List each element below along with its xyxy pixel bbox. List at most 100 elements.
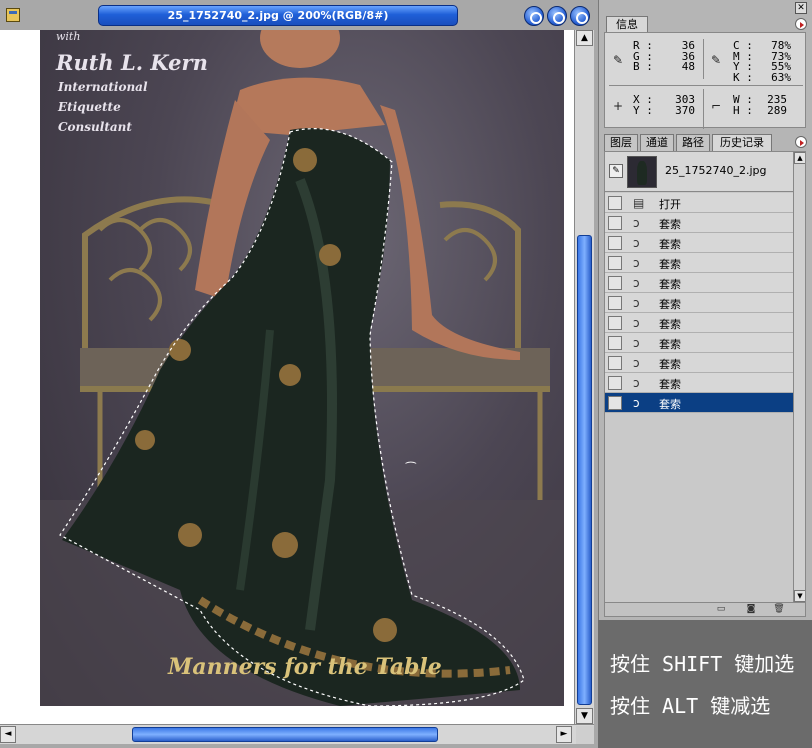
history-brush-source-checkbox[interactable] [608, 376, 622, 390]
tab-channels[interactable]: 通道 [640, 134, 674, 152]
history-scroll-down-button[interactable]: ▼ [794, 590, 805, 602]
lasso-icon: ↄ [633, 376, 640, 390]
horizontal-scroll-thumb[interactable] [132, 727, 438, 742]
photo-footer-text: Manners for the Table [168, 654, 442, 680]
history-step-label: 套索 [659, 338, 681, 351]
document-title-bar[interactable]: 25_1752740_2.jpg @ 200%(RGB/8#) [98, 5, 458, 26]
history-step-label: 套索 [659, 398, 681, 411]
history-snapshot[interactable]: ✎ 25_1752740_2.jpg [605, 152, 793, 192]
history-steps-list: ▤ 打开 ↄ 套索 ↄ 套索 ↄ 套索 ↄ 套索 ↄ 套索 ↄ 套索 ↄ 套索 ↄ 套索 ↄ 套索 ↄ 套索 [605, 193, 793, 413]
caption-line: 按住 SHIFT 键加选 [610, 652, 795, 676]
photo-subtitle-line: Etiquette [58, 100, 121, 114]
document-titlebar[interactable]: 25_1752740_2.jpg @ 200%(RGB/8#) [0, 0, 598, 30]
delete-state-icon[interactable]: 🗑 [773, 604, 785, 615]
history-step[interactable]: ↄ 套索 [605, 373, 793, 393]
tutorial-caption: 按住 SHIFT 键加选 按住 ALT 键减选 [598, 620, 812, 748]
eyedropper-icon: ✎ [612, 53, 624, 67]
history-brush-source-checkbox[interactable] [608, 236, 622, 250]
wh-values: 235 289 [767, 93, 787, 117]
history-brush-source-checkbox[interactable] [608, 316, 622, 330]
new-snapshot-icon[interactable]: ◙ [745, 604, 757, 615]
history-step-label: 套索 [659, 298, 681, 311]
tab-layers[interactable]: 图层 [604, 134, 638, 152]
caption-line: 按住 ALT 键减选 [610, 694, 771, 718]
history-step[interactable]: ↄ 套索 [605, 313, 793, 333]
history-palette-tabs: 图层 通道 路径 历史记录 [604, 134, 806, 152]
xy-labels: X :Y : [633, 93, 653, 117]
history-step-label: 打开 [659, 198, 681, 211]
info-panel: ✎ R :G :B : 36 36 48 ✎ C :M :Y :K : 78% 73%… [604, 32, 806, 129]
tab-info[interactable]: 信息 [606, 16, 648, 33]
wh-labels: W :H : [733, 93, 753, 117]
history-brush-source-checkbox[interactable] [608, 276, 622, 290]
lasso-icon: ↄ [633, 276, 640, 290]
crosshair-icon: + [612, 99, 624, 113]
rgb-labels: R :G :B : [633, 39, 653, 73]
info-palette-close-icon[interactable]: ✕ [795, 2, 807, 14]
photo-with-text: with [56, 30, 81, 43]
history-scroll-up-button[interactable]: ▲ [794, 152, 805, 164]
info-divider [703, 89, 704, 129]
scroll-down-button[interactable]: ▼ [576, 708, 593, 724]
document-window: 25_1752740_2.jpg @ 200%(RGB/8#) ⁀ with R… [0, 0, 598, 748]
history-brush-source-checkbox[interactable] [608, 196, 622, 210]
lasso-icon: ↄ [633, 236, 640, 250]
history-step[interactable]: ↄ 套索 [605, 273, 793, 293]
history-step[interactable]: ↄ 套索 [605, 333, 793, 353]
history-step[interactable]: ↄ 套索 [605, 233, 793, 253]
cmyk-labels: C :M :Y :K : [733, 39, 753, 84]
eyedropper-icon: ✎ [710, 53, 722, 67]
horizontal-scrollbar[interactable]: ◄ ► [0, 724, 594, 744]
snapshot-name: 25_1752740_2.jpg [665, 164, 767, 177]
history-footer-toolbar: ▭ ◙ 🗑 [604, 603, 806, 617]
tab-history[interactable]: 历史记录 [712, 134, 772, 152]
lasso-icon: ↄ [633, 336, 640, 350]
scroll-right-button[interactable]: ► [556, 726, 572, 743]
vertical-scroll-thumb[interactable] [577, 235, 592, 705]
document-title: 25_1752740_2.jpg @ 200%(RGB/8#) [167, 9, 389, 22]
info-palette-menu-icon[interactable] [795, 18, 807, 30]
lasso-icon: ↄ [633, 396, 640, 410]
history-step-label: 套索 [659, 358, 681, 371]
history-brush-source-checkbox[interactable] [608, 256, 622, 270]
info-divider [609, 85, 803, 86]
history-brush-source-checkbox[interactable] [608, 336, 622, 350]
lasso-icon: ↄ [633, 256, 640, 270]
history-brush-source-checkbox[interactable] [608, 296, 622, 310]
history-step[interactable]: ↄ 套索 [605, 293, 793, 313]
photoshop-app-icon[interactable] [6, 8, 20, 22]
history-step[interactable]: ↄ 套索 [605, 353, 793, 373]
photo-subtitle-line: International [58, 80, 148, 94]
history-step[interactable]: ▤ 打开 [605, 193, 793, 213]
history-scrollbar[interactable]: ▲ ▼ [793, 152, 805, 602]
history-step[interactable]: ↄ 套索 [605, 253, 793, 273]
lasso-icon: ↄ [633, 356, 640, 370]
history-panel: ✎ 25_1752740_2.jpg ▤ 打开 ↄ 套索 ↄ 套索 ↄ 套索 ↄ 套索 ↄ 套索 ↄ 套索… [604, 151, 806, 603]
history-step-label: 套索 [659, 278, 681, 291]
history-step-label: 套索 [659, 318, 681, 331]
history-step[interactable]: ↄ 套索 [605, 393, 793, 413]
cmyk-values: 78% 73% 55% 63% [771, 39, 791, 84]
info-divider [703, 39, 704, 79]
close-button[interactable] [570, 6, 590, 26]
history-brush-source-checkbox[interactable] [608, 356, 622, 370]
tab-paths[interactable]: 路径 [676, 134, 710, 152]
vertical-scrollbar[interactable]: ▲ ▼ [574, 30, 594, 724]
scroll-up-button[interactable]: ▲ [576, 30, 593, 46]
new-document-from-state-icon[interactable]: ▭ [715, 604, 727, 615]
lasso-icon: ↄ [633, 216, 640, 230]
rgb-values: 36 36 48 [681, 39, 695, 73]
snapshot-thumbnail [627, 156, 657, 188]
history-brush-source-icon[interactable]: ✎ [609, 164, 623, 178]
scroll-left-button[interactable]: ◄ [0, 726, 16, 743]
history-step[interactable]: ↄ 套索 [605, 213, 793, 233]
lasso-icon: ↄ [633, 296, 640, 310]
xy-values: 303 370 [675, 93, 695, 117]
minimize-button[interactable] [524, 6, 544, 26]
history-brush-source-checkbox[interactable] [608, 396, 622, 410]
resize-grip[interactable] [576, 726, 594, 744]
history-brush-source-checkbox[interactable] [608, 216, 622, 230]
photo-image[interactable]: ⁀ with Ruth L. Kern International Etique… [40, 30, 564, 706]
canvas-area[interactable]: ⁀ with Ruth L. Kern International Etique… [0, 30, 574, 724]
maximize-button[interactable] [547, 6, 567, 26]
